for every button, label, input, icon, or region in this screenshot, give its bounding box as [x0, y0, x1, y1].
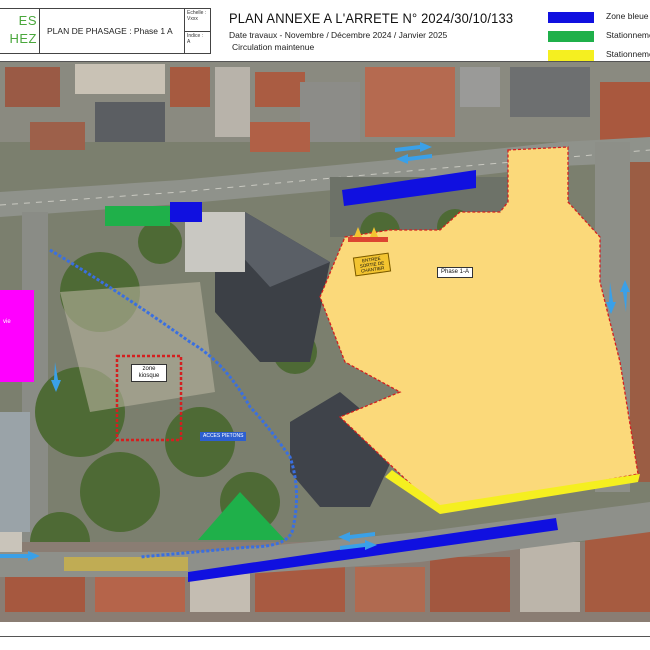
title-block: ES HEZ PLAN DE PHASAGE : Phase 1 A Echel…	[0, 0, 650, 62]
plan-title: PLAN DE PHASAGE : Phase 1 A	[40, 8, 185, 54]
legend-label-blue: Zone bleue s	[606, 11, 650, 21]
legend-swatch-blue	[548, 12, 594, 23]
olive-stripe	[64, 557, 188, 571]
buildings-top	[0, 62, 650, 152]
legend-label-yellow: Stationneme	[606, 49, 650, 59]
kiosque-label: zone kiosque	[131, 364, 167, 382]
magenta-zone	[0, 290, 34, 382]
works-dates: Date travaux - Novembre / Décembre 2024 …	[229, 30, 448, 40]
map-canvas	[0, 62, 650, 622]
logo: ES HEZ	[0, 8, 40, 54]
legend-item-blue: Zone bleue s	[548, 10, 650, 29]
footer-line	[0, 636, 650, 637]
logo-text-line2: HEZ	[9, 31, 37, 46]
pedestrian-access-label: ACCES PIETONS	[200, 432, 247, 441]
logo-text-line1: ES	[18, 13, 37, 28]
legend-swatch-yellow	[548, 50, 594, 61]
main-title: PLAN ANNEXE A L'ARRETE N° 2024/30/10/133	[229, 10, 514, 26]
legend-swatch-green	[548, 31, 594, 42]
legend-item-green: Stationneme	[548, 29, 650, 48]
magenta-zone-label: vie	[3, 319, 11, 325]
phase-label: Phase 1-A	[437, 267, 474, 278]
green-zone-top	[105, 206, 170, 226]
index-value: A	[187, 39, 191, 45]
circulation-note: Circulation maintenue	[232, 42, 315, 52]
scale-value: Vxxx	[187, 16, 198, 22]
meta-box: Echelle : Vxxx Indice : A	[185, 8, 211, 54]
legend-label-green: Stationneme	[606, 30, 650, 40]
scale-cell: Echelle : Vxxx	[185, 9, 210, 32]
legend: Zone bleue s Stationneme Stationneme	[548, 10, 650, 67]
aerial-map: Phase 1-A zone kiosque ACCES PIETONS ENT…	[0, 62, 650, 622]
blue-zone-left	[170, 202, 202, 222]
index-cell: Indice : A	[185, 32, 210, 55]
plan-title-text: PLAN DE PHASAGE : Phase 1 A	[47, 26, 173, 36]
